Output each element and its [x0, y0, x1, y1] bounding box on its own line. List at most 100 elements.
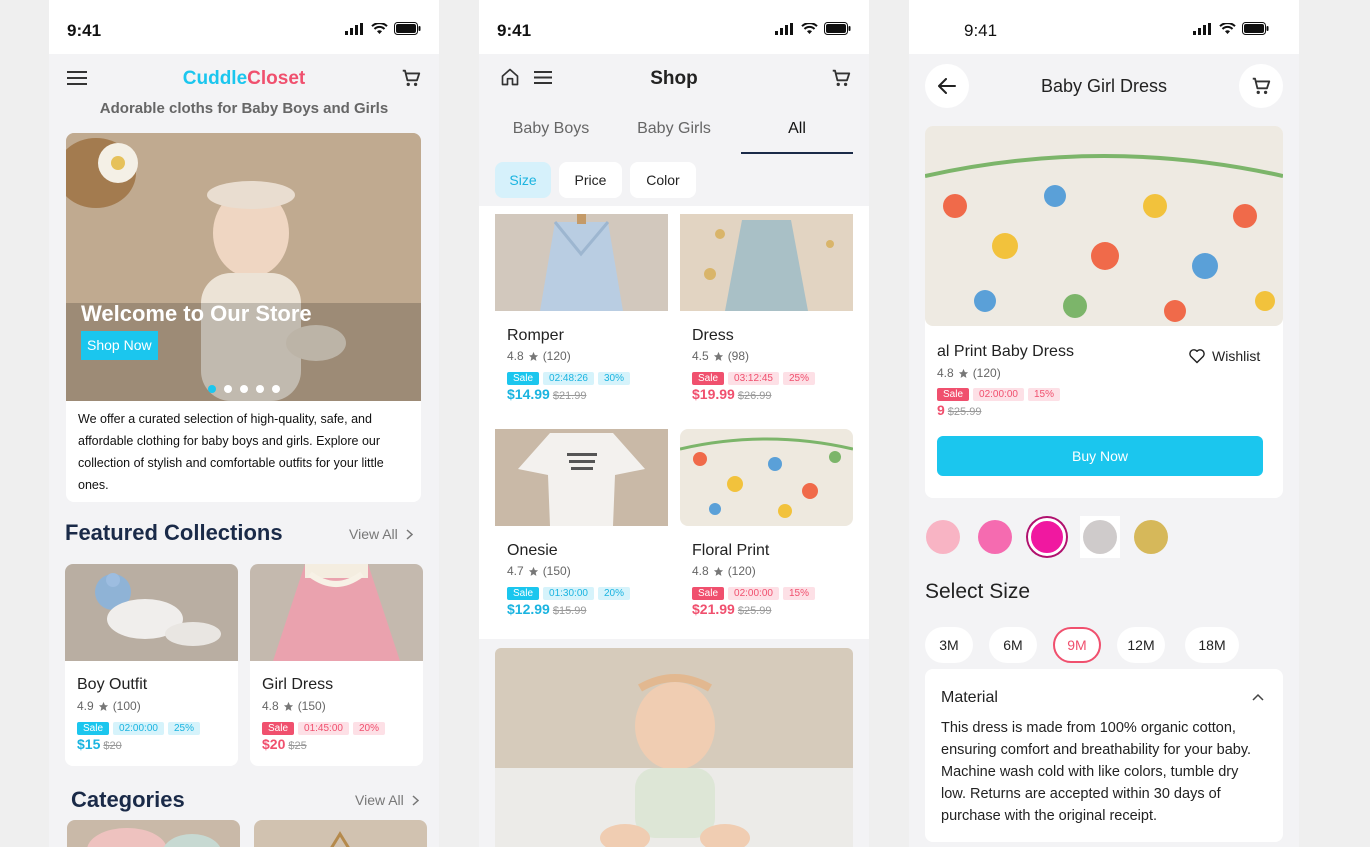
chevron-up-icon[interactable] — [1252, 693, 1264, 701]
wifi-icon — [1219, 22, 1236, 34]
cart-button[interactable] — [1239, 64, 1283, 108]
rating-value: 4.8 — [692, 564, 709, 578]
tab-active-indicator — [741, 152, 853, 154]
product-rating: 4.7 (150) — [507, 564, 571, 578]
carousel-dots — [208, 385, 280, 393]
featured-card[interactable]: Boy Outfit 4.9 (100) Sale 02:00:00 25% $15… — [65, 564, 238, 766]
filter-price[interactable]: Price — [559, 162, 622, 198]
girl-dress-image — [250, 564, 423, 661]
material-title[interactable]: Material — [941, 689, 998, 707]
rating-count: (150) — [542, 564, 571, 578]
cart-button[interactable] — [828, 66, 854, 90]
price-original: $25.99 — [947, 406, 982, 418]
featured-view-all[interactable]: View All — [349, 526, 413, 542]
product-card[interactable]: Dress 4.5 (98) Sale 03:12:45 25% $19.99 $26… — [680, 214, 853, 414]
chevron-right-icon — [412, 794, 419, 806]
rating-value: 4.7 — [507, 564, 524, 578]
rating-value: 4.8 — [937, 366, 954, 380]
tab-all[interactable]: All — [741, 120, 853, 138]
sale-timer: 03:12:45 — [728, 372, 779, 385]
battery-icon — [824, 22, 851, 35]
discount-badge: 25% — [167, 722, 200, 735]
hero-banner[interactable]: Welcome to Our Store Shop Now — [66, 133, 421, 401]
filter-size[interactable]: Size — [495, 162, 551, 198]
sale-tags: Sale 02:00:00 15% — [937, 384, 1060, 402]
size-option-18m[interactable]: 18M — [1185, 627, 1239, 663]
rating-count: (120) — [972, 366, 1001, 380]
color-swatch-gray[interactable] — [1083, 520, 1117, 554]
cart-icon — [832, 69, 851, 87]
carousel-dot[interactable] — [256, 385, 264, 393]
battery-icon — [394, 22, 421, 35]
rating-value: 4.8 — [507, 349, 524, 363]
star-icon — [283, 701, 293, 711]
carousel-dot[interactable] — [272, 385, 280, 393]
size-option-3m[interactable]: 3M — [925, 627, 973, 663]
product-detail-screen: 9:41 Baby Girl Dress al Print Baby Dress… — [909, 0, 1299, 847]
tab-baby-girls[interactable]: Baby Girls — [618, 120, 730, 138]
price-original: $15.99 — [552, 605, 587, 617]
color-swatch-pink[interactable] — [978, 520, 1012, 554]
discount-badge: 25% — [782, 372, 815, 385]
color-swatch-light-pink[interactable] — [926, 520, 960, 554]
tab-baby-boys[interactable]: Baby Boys — [495, 120, 607, 138]
size-option-6m[interactable]: 6M — [989, 627, 1037, 663]
shop-now-button[interactable]: Shop Now — [81, 331, 158, 360]
material-description: This dress is made from 100% organic cot… — [941, 720, 1252, 824]
discount-badge: 20% — [597, 587, 630, 600]
discount-badge: 15% — [1027, 388, 1060, 401]
product-name: Romper — [507, 327, 564, 344]
product-card: al Print Baby Dress Wishlist 4.8 (120) S… — [925, 126, 1283, 498]
sale-badge: Sale — [692, 587, 725, 600]
product-card[interactable]: Romper 4.8 (120) Sale 02:48:26 30% $14.99 $… — [495, 214, 668, 414]
rating-count: (150) — [297, 699, 326, 713]
shop-screen: 9:41 Shop Baby Boys Baby Girls All Size … — [479, 0, 869, 847]
filter-color[interactable]: Color — [630, 162, 696, 198]
price-original: $20 — [103, 740, 122, 752]
brand-logo: CuddleCloset — [49, 68, 439, 90]
carousel-dot[interactable] — [240, 385, 248, 393]
carousel-dot[interactable] — [224, 385, 232, 393]
product-card[interactable]: Floral Print 4.8 (120) Sale 02:00:00 15% $… — [680, 429, 853, 629]
featured-card[interactable]: Girl Dress 4.8 (150) Sale 01:45:00 20% $20… — [250, 564, 423, 766]
sale-tags: Sale 03:12:45 25% — [692, 368, 815, 386]
cart-icon — [1252, 77, 1271, 95]
status-time: 9:41 — [497, 21, 532, 40]
promo-banner[interactable] — [495, 648, 853, 847]
carousel-dot[interactable] — [208, 385, 216, 393]
product-price: $12.99 $15.99 — [507, 601, 586, 619]
star-icon — [98, 701, 108, 711]
wishlist-button[interactable]: Wishlist — [1188, 348, 1260, 364]
sale-badge: Sale — [507, 372, 540, 385]
category-card[interactable] — [254, 820, 427, 847]
status-bar: 9:41 — [49, 0, 439, 54]
sale-timer: 02:00:00 — [728, 587, 779, 600]
product-rating: 4.8 (150) — [262, 699, 326, 713]
signal-icon — [775, 22, 793, 35]
sale-timer: 02:00:00 — [113, 722, 164, 735]
categories-title: Categories — [71, 787, 185, 812]
cart-button[interactable] — [398, 66, 424, 90]
discount-badge: 30% — [597, 372, 630, 385]
sale-tags: Sale 01:45:00 20% — [262, 718, 385, 736]
price-original: $25.99 — [737, 605, 772, 617]
product-price: 9 $25.99 — [937, 402, 981, 420]
buy-now-button[interactable]: Buy Now — [937, 436, 1263, 476]
color-swatch-gold[interactable] — [1134, 520, 1168, 554]
size-option-9m-selected[interactable]: 9M — [1053, 627, 1101, 663]
chevron-right-icon — [406, 528, 413, 540]
category-card[interactable] — [67, 820, 240, 847]
product-card[interactable]: Onesie 4.7 (150) Sale 01:30:00 20% $12.99 $… — [495, 429, 668, 629]
size-option-12m[interactable]: 12M — [1117, 627, 1165, 663]
status-bar: 9:41 — [479, 0, 869, 54]
price-current: $20 — [262, 736, 286, 752]
categories-view-all[interactable]: View All — [355, 792, 419, 808]
color-swatch-magenta-selected[interactable] — [1028, 518, 1066, 556]
heart-icon — [1189, 349, 1205, 364]
color-swatches — [925, 516, 1185, 558]
product-name: al Print Baby Dress — [937, 343, 1074, 360]
sale-timer: 02:48:26 — [543, 372, 594, 385]
onesie-image — [495, 429, 668, 526]
product-price: $19.99 $26.99 — [692, 386, 771, 404]
product-name: Boy Outfit — [77, 676, 148, 693]
